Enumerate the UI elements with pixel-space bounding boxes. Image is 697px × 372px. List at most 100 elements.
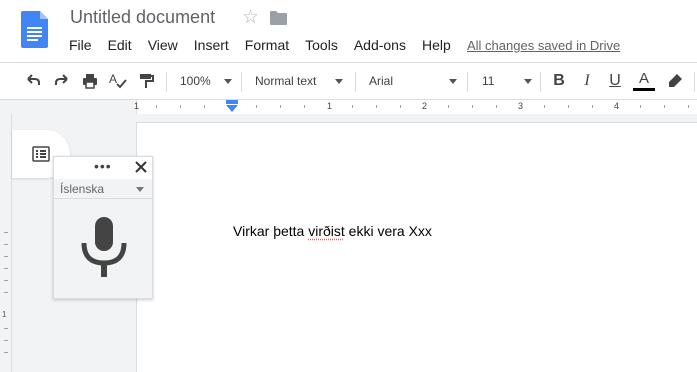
- microphone-icon[interactable]: [80, 217, 128, 279]
- language-select[interactable]: Íslenska: [54, 179, 152, 199]
- ruler-tick: [400, 105, 401, 108]
- ruler-tick: [4, 340, 8, 341]
- ruler-number: 1: [2, 310, 7, 319]
- font-size-value: 11: [482, 74, 495, 88]
- menu-help[interactable]: Help: [414, 37, 459, 54]
- header: Untitled document ☆ File Edit View Inser…: [0, 0, 697, 62]
- chevron-down-icon: [449, 79, 457, 84]
- docs-logo[interactable]: [21, 11, 48, 48]
- ruler-page-area: [136, 100, 697, 114]
- highlighter-icon: [669, 74, 682, 87]
- language-value: Íslenska: [60, 182, 105, 196]
- ruler-tick: [4, 232, 8, 233]
- ruler-tick: [568, 105, 569, 108]
- font-size-select[interactable]: 11: [482, 63, 532, 99]
- text-run: Virkar þetta: [233, 223, 309, 239]
- ruler-tick: [4, 292, 8, 293]
- bold-button[interactable]: B: [548, 63, 570, 99]
- italic-button[interactable]: I: [576, 63, 598, 99]
- ruler-tick: [544, 105, 545, 108]
- menu-file[interactable]: File: [61, 37, 100, 54]
- ruler-tick: [256, 105, 257, 108]
- menu-bar: File Edit View Insert Format Tools Add-o…: [61, 37, 459, 54]
- voice-typing-panel: ••• Íslenska: [53, 156, 153, 299]
- document-body-text[interactable]: Virkar þetta virðist ekki vera Xxx: [233, 223, 432, 239]
- ruler-tick: [352, 105, 353, 108]
- zoom-value: 100%: [180, 74, 211, 88]
- ruler-tick: [688, 105, 689, 108]
- ruler-tick: [472, 105, 473, 108]
- menu-add-ons[interactable]: Add-ons: [346, 37, 414, 54]
- vertical-ruler[interactable]: 1: [0, 114, 12, 372]
- toolbar-separator: [467, 72, 468, 92]
- text-run: ekki vera Xxx: [344, 223, 432, 239]
- ruler-number: 1: [134, 101, 140, 111]
- redo-icon: [55, 74, 68, 85]
- ruler-tick: [496, 105, 497, 108]
- ruler-tick: [664, 105, 665, 108]
- menu-edit[interactable]: Edit: [100, 37, 140, 54]
- toolbar: A 100% Normal text Arial 11 B I U A: [0, 62, 697, 100]
- toolbar-separator: [355, 72, 356, 92]
- paragraph-style-value: Normal text: [255, 74, 317, 88]
- ruler-tick: [4, 244, 8, 245]
- zoom-select[interactable]: 100%: [180, 63, 232, 99]
- toolbar-separator: [166, 72, 167, 92]
- highlight-color-button[interactable]: [663, 63, 687, 99]
- chevron-down-icon: [524, 79, 532, 84]
- ruler-tick: [4, 256, 8, 257]
- toolbar-separator: [540, 72, 541, 92]
- misspelled-word[interactable]: virðist: [308, 223, 345, 239]
- ruler-tick: [376, 105, 377, 108]
- google-docs-window: Untitled document ☆ File Edit View Inser…: [0, 0, 697, 372]
- chevron-down-icon: [224, 79, 232, 84]
- ruler-tick: [4, 328, 8, 329]
- ruler-number: 4: [614, 101, 620, 111]
- document-title[interactable]: Untitled document: [70, 7, 215, 28]
- redo-button[interactable]: [51, 63, 73, 99]
- menu-tools[interactable]: Tools: [297, 37, 346, 54]
- document-page[interactable]: Virkar þetta virðist ekki vera Xxx: [136, 122, 697, 372]
- chevron-down-icon: [335, 79, 343, 84]
- ruler-tick: [204, 105, 205, 108]
- ruler-tick: [640, 105, 641, 108]
- undo-button[interactable]: [22, 63, 44, 99]
- text-color-swatch: [633, 88, 655, 91]
- toolbar-separator: [694, 72, 695, 92]
- chevron-down-icon: [136, 187, 144, 192]
- ruler-tick: [304, 105, 305, 108]
- star-icon[interactable]: ☆: [242, 8, 259, 28]
- indent-marker[interactable]: [225, 100, 239, 112]
- ruler-number: 3: [518, 101, 524, 111]
- text-color-letter: A: [638, 70, 649, 87]
- save-status-link[interactable]: All changes saved in Drive: [467, 37, 620, 54]
- folder-icon[interactable]: [270, 11, 287, 25]
- svg-text:A: A: [109, 72, 117, 86]
- ruler-tick: [280, 105, 281, 108]
- horizontal-ruler[interactable]: 1 1 2 3 4: [0, 100, 697, 114]
- ruler-number: 2: [422, 101, 428, 111]
- spellcheck-button[interactable]: A: [107, 63, 129, 99]
- ruler-tick: [4, 268, 8, 269]
- underline-button[interactable]: U: [604, 63, 626, 99]
- print-button[interactable]: [79, 63, 101, 99]
- more-options-icon[interactable]: •••: [94, 157, 112, 175]
- voice-typing-header[interactable]: •••: [54, 157, 152, 179]
- ruler-tick: [4, 352, 8, 353]
- paint-format-button[interactable]: [135, 63, 157, 99]
- outline-list-icon: [32, 146, 50, 162]
- ruler-number: 1: [327, 101, 333, 111]
- text-color-button[interactable]: A: [632, 63, 656, 99]
- paint-format-icon: [140, 74, 154, 88]
- undo-icon: [27, 74, 40, 85]
- menu-format[interactable]: Format: [237, 37, 297, 54]
- menu-view[interactable]: View: [140, 37, 186, 54]
- paragraph-style-select[interactable]: Normal text: [255, 63, 343, 99]
- toolbar-separator: [241, 72, 242, 92]
- ruler-tick: [180, 105, 181, 108]
- font-family-select[interactable]: Arial: [369, 63, 457, 99]
- close-icon[interactable]: [134, 160, 148, 174]
- ruler-tick: [156, 105, 157, 108]
- menu-insert[interactable]: Insert: [186, 37, 237, 54]
- ruler-tick: [4, 280, 8, 281]
